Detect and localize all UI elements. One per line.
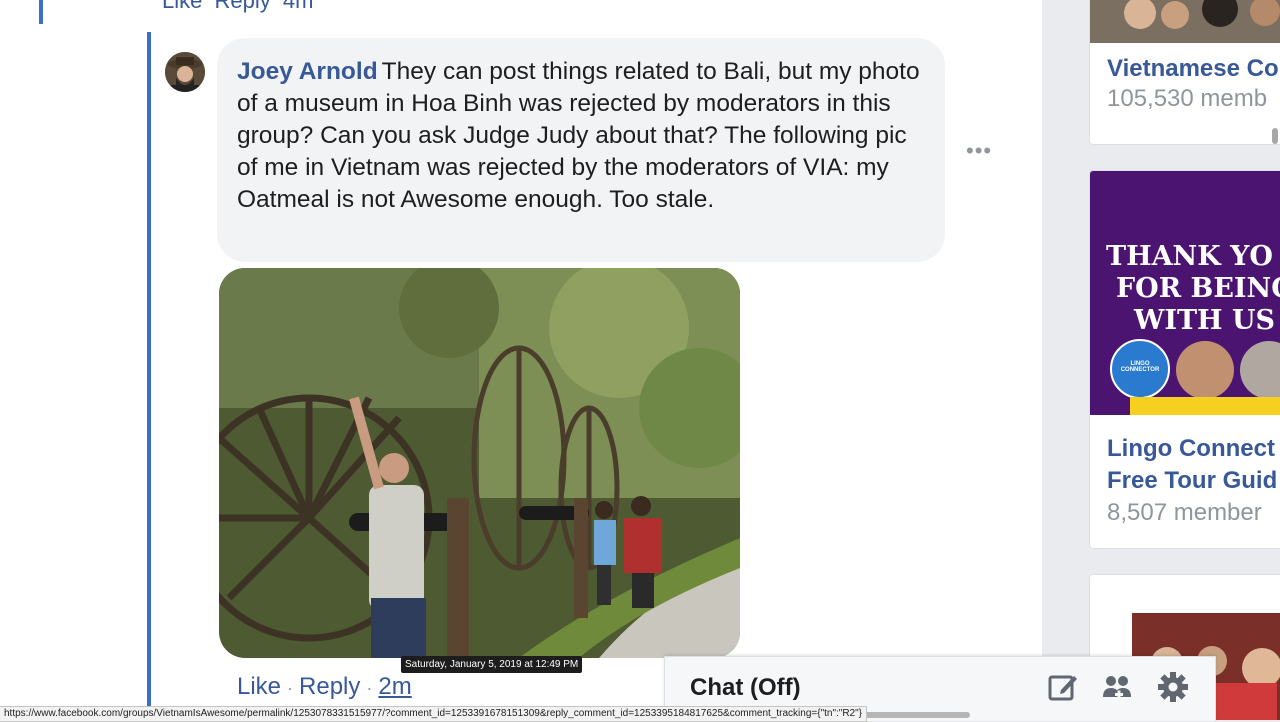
banner-photo — [1176, 341, 1234, 399]
group-title[interactable]: Vietnamese Co — [1090, 55, 1280, 83]
suggested-page-card[interactable]: THANK YO FOR BEING WITH US LINGO CONNECT… — [1089, 170, 1280, 549]
banner-decor — [1130, 397, 1280, 415]
banner-text: THANK YO FOR BEING WITH US — [1106, 241, 1280, 337]
page-title-line: Lingo Connect — [1107, 435, 1275, 462]
comment-actions: Like · Reply · 2m — [237, 673, 412, 701]
settings-gear-icon[interactable] — [1157, 671, 1189, 703]
page-banner: THANK YO FOR BEING WITH US LINGO CONNECT… — [1090, 171, 1280, 415]
ellipsis-icon[interactable]: ••• — [966, 138, 992, 164]
comment-author-link[interactable]: Joey Arnold — [237, 58, 378, 85]
thread-line — [39, 0, 43, 24]
like-link[interactable]: Like — [237, 673, 281, 700]
previous-like-link[interactable]: Like — [162, 0, 202, 13]
reply-thread-line — [147, 32, 151, 720]
previous-time-link[interactable]: 4m — [283, 0, 314, 13]
banner-line: THANK YO — [1106, 241, 1273, 272]
previous-reply-link[interactable]: Reply — [214, 0, 270, 13]
suggested-group-card[interactable]: Vietnamese Co 105,530 memb — [1089, 0, 1280, 145]
separator: · — [287, 678, 294, 698]
page-title[interactable]: Lingo Connect Free Tour Guid — [1090, 433, 1280, 497]
comment-feed: Like Reply 4m Joey Arnold They can post t… — [0, 0, 1042, 720]
photo-timestamp-tooltip: Saturday, January 5, 2019 at 12:49 PM — [401, 656, 583, 673]
separator: · — [366, 678, 373, 698]
chat-label[interactable]: Chat (Off) — [690, 674, 801, 702]
author-avatar[interactable] — [165, 52, 205, 92]
page-member-count: 8,507 member — [1107, 499, 1262, 526]
reply-link[interactable]: Reply — [299, 673, 360, 700]
logo-text: LINGO CONNECTOR — [1120, 361, 1160, 373]
comment-timestamp-link[interactable]: 2m — [378, 673, 411, 700]
right-sidebar: Vietnamese Co 105,530 memb THANK YO FOR … — [1042, 0, 1280, 720]
banner-line: WITH US — [1134, 305, 1275, 336]
lingo-connector-logo: LINGO CONNECTOR — [1110, 339, 1170, 399]
previous-comment-actions: Like Reply 4m — [162, 0, 319, 14]
banner-photo — [1240, 341, 1280, 399]
group-member-count: 105,530 memb — [1107, 85, 1268, 112]
compose-icon[interactable] — [1047, 671, 1079, 703]
comment-photo[interactable] — [219, 268, 740, 658]
create-group-icon[interactable] — [1101, 671, 1133, 703]
banner-line: FOR BEING — [1116, 273, 1280, 304]
vertical-scrollbar[interactable] — [1272, 128, 1278, 144]
comment-bubble: Joey Arnold They can post things related … — [217, 38, 945, 262]
group-cover-photo — [1090, 0, 1280, 43]
page-title-line: Free Tour Guid — [1107, 467, 1278, 494]
